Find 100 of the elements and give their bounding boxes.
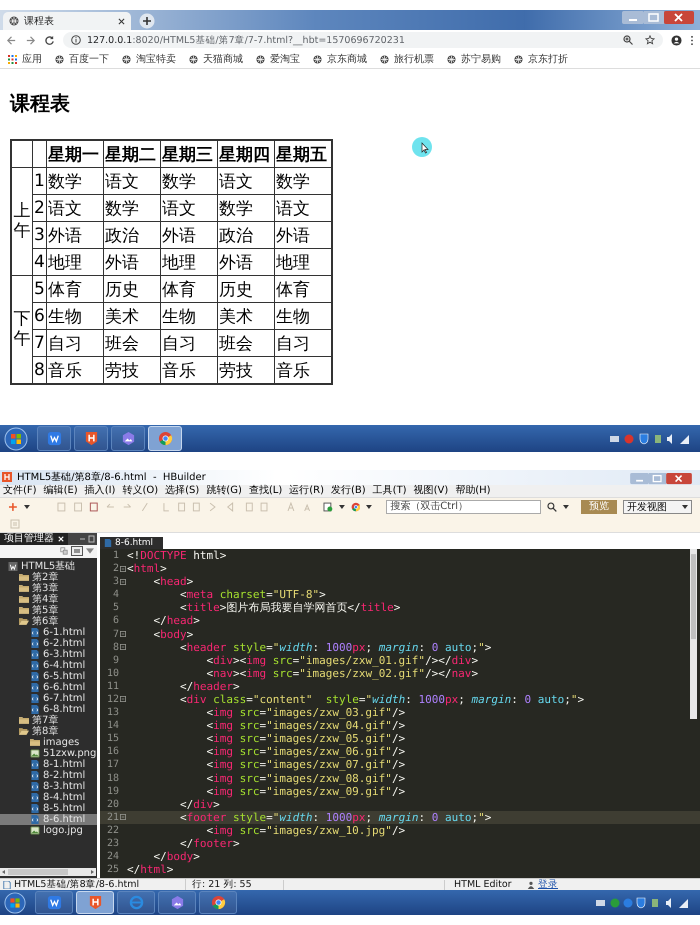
taskbar-button[interactable]: [35, 891, 73, 914]
bookmark[interactable]: 淘宝特卖: [122, 52, 176, 66]
tree-item[interactable]: 8-5.html: [0, 802, 97, 814]
scrollbar[interactable]: [690, 548, 697, 719]
login-link[interactable]: 登录: [538, 878, 558, 892]
taskbar-button[interactable]: [37, 426, 71, 451]
html-file-icon: [30, 792, 40, 802]
tree-item[interactable]: 第6章: [0, 616, 97, 627]
project-panel-tab[interactable]: 项目管理器: [0, 532, 68, 545]
browser-tab[interactable]: 课程表: [3, 12, 131, 30]
tree-item[interactable]: 6-7.html: [0, 692, 97, 704]
editor-tab[interactable]: 8-6.html: [100, 536, 164, 549]
tree-item[interactable]: 8-3.html: [0, 780, 97, 792]
new-tab-button[interactable]: [139, 13, 155, 29]
menu-item[interactable]: 编辑(E): [44, 484, 78, 497]
caret-icon[interactable]: [24, 504, 30, 509]
bookmark[interactable]: 爱淘宝: [256, 52, 300, 66]
bookmark[interactable]: 京东商城: [313, 52, 367, 66]
browser-icon[interactable]: [350, 502, 360, 512]
bookmark[interactable]: 应用: [8, 52, 42, 66]
fold-icon[interactable]: [120, 814, 126, 820]
fold-icon[interactable]: [120, 631, 126, 637]
menu-item[interactable]: 跳转(G): [206, 484, 242, 497]
menu-item[interactable]: 运行(R): [289, 484, 324, 497]
fold-icon[interactable]: [120, 578, 126, 585]
tree-item[interactable]: 6-2.html: [0, 638, 97, 649]
tree-item[interactable]: 6-8.html: [0, 704, 97, 715]
tree-item[interactable]: 第7章: [0, 714, 97, 726]
table-cell: 自习: [160, 330, 218, 356]
tree-item[interactable]: 第5章: [0, 604, 97, 616]
search-icon[interactable]: [547, 502, 558, 512]
start-button[interactable]: [4, 892, 26, 914]
menu-item[interactable]: 帮助(H): [455, 484, 491, 497]
view-dropdown[interactable]: 开发视图: [623, 500, 692, 514]
system-tray-icons[interactable]: [610, 432, 690, 444]
table-cell: 政治: [104, 222, 160, 248]
tree-item[interactable]: 8-2.html: [0, 770, 97, 781]
menu-icon[interactable]: [690, 34, 694, 46]
menu-item[interactable]: 工具(T): [372, 484, 407, 497]
zoom-icon[interactable]: [623, 35, 633, 45]
tree-item[interactable]: 第3章: [0, 582, 97, 594]
tree-item[interactable]: HTML5基础: [0, 560, 97, 572]
menu-item[interactable]: 视图(V): [414, 484, 448, 497]
back-icon[interactable]: [6, 34, 17, 46]
folder-icon: [19, 584, 29, 593]
bookmark[interactable]: 苏宁易购: [447, 52, 501, 66]
close-icon[interactable]: [118, 18, 125, 24]
html-file-icon: [30, 660, 40, 670]
link-editor-icon[interactable]: [71, 546, 83, 556]
tree-item[interactable]: 8-1.html: [0, 758, 97, 770]
tree-item[interactable]: 第2章: [0, 572, 97, 583]
menu-item[interactable]: 插入(I): [84, 484, 116, 497]
forward-icon[interactable]: [25, 34, 36, 46]
account-icon[interactable]: [671, 34, 682, 46]
star-icon[interactable]: [645, 35, 655, 45]
window-controls[interactable]: [622, 10, 694, 23]
run-icon[interactable]: [322, 502, 333, 512]
new-file-icon[interactable]: [8, 502, 18, 512]
page-heading: 课程表: [10, 90, 71, 117]
tree-item[interactable]: images: [0, 736, 97, 748]
tree-item[interactable]: 6-4.html: [0, 660, 97, 671]
address-field[interactable]: 127.0.0.1:8020/HTML5基础/第7章/7-7.html?__hbt=1570696720231: [63, 32, 663, 48]
tree-item[interactable]: 6-5.html: [0, 670, 97, 682]
bookmark[interactable]: 百度一下: [55, 52, 109, 66]
bookmark[interactable]: 京东打折: [514, 52, 568, 66]
tree-item[interactable]: 6-6.html: [0, 682, 97, 693]
start-button[interactable]: [4, 426, 28, 450]
caret-icon[interactable]: [338, 504, 345, 509]
panel-controls-icon[interactable]: [79, 534, 95, 543]
system-tray-icons[interactable]: [596, 896, 690, 909]
table-cell: 语文: [46, 194, 104, 222]
menu-item[interactable]: 查找(L): [248, 484, 282, 497]
tree-item[interactable]: 51zxw.png: [0, 748, 97, 759]
html-file-icon: [30, 682, 40, 692]
menu-item[interactable]: 选择(S): [165, 484, 200, 497]
caret-icon[interactable]: [563, 504, 570, 509]
taskbar-button[interactable]: [74, 426, 108, 451]
globe-icon: [447, 54, 456, 64]
menu-item[interactable]: 发行(B): [331, 484, 366, 497]
caret-icon[interactable]: [366, 504, 372, 509]
bookmark[interactable]: 旅行机票: [380, 52, 434, 66]
menu-item[interactable]: 文件(F): [3, 484, 37, 497]
scrollbar[interactable]: [0, 868, 96, 876]
tree-item[interactable]: 8-4.html: [0, 792, 97, 803]
window-controls[interactable]: [628, 470, 694, 483]
tree-item[interactable]: 第4章: [0, 594, 97, 605]
search-field[interactable]: 搜索（双击Ctrl）: [386, 500, 542, 514]
taskbar-button[interactable]: [199, 891, 237, 914]
tree-item[interactable]: logo.jpg: [0, 824, 97, 836]
fold-icon[interactable]: [120, 644, 126, 650]
fold-icon[interactable]: [120, 566, 126, 572]
menu-item[interactable]: 转义(O): [122, 484, 158, 497]
tree-item[interactable]: 6-3.html: [0, 648, 97, 660]
fold-icon[interactable]: [120, 696, 126, 702]
reload-icon[interactable]: [44, 34, 55, 46]
collapse-icon[interactable]: [60, 547, 68, 556]
tree-item[interactable]: 6-1.html: [0, 626, 97, 638]
html-file-icon: [30, 804, 40, 813]
tree-item[interactable]: 第8章: [0, 726, 97, 737]
bookmark[interactable]: 天猫商城: [189, 52, 243, 66]
